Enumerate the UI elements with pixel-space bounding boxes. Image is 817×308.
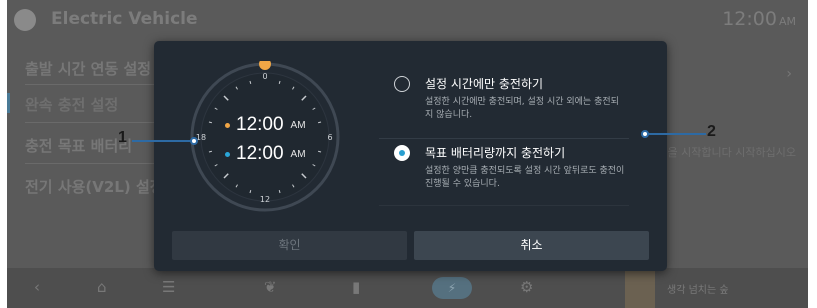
cancel-button[interactable]: 취소 [414,231,649,260]
home-icon[interactable]: ⌂ [97,278,107,296]
end-time-ampm: AM [290,148,306,160]
dial-start-handle[interactable] [259,61,271,70]
menu-item-charge-target[interactable]: 충전 목표 배터리 [25,135,132,156]
option-title: 목표 배터리량까지 충전하기 [425,146,566,160]
callout-line-2 [648,133,706,135]
menu-divider [25,84,165,85]
back-icon[interactable]: ‹ [34,278,40,296]
callout-dot-1 [190,137,198,145]
end-time-dot [225,151,230,157]
menu-icon[interactable]: ☰ [162,278,175,296]
clock-time: 12:00 [722,8,777,30]
menu-item-slow-charge[interactable]: 완속 충전 설정 [25,94,118,115]
start-time-row[interactable]: 12:00 AM [225,114,306,136]
menu-divider [25,163,165,164]
media-title: 생각 넘치는 숲 [667,285,729,296]
schedule-dial[interactable]: 0 6 12 18 [189,61,341,213]
start-time-ampm: AM [290,119,306,131]
app-title: Electric Vehicle [51,9,198,29]
clock: 12:00 AM [722,8,796,30]
start-time-dot [225,122,230,128]
dial-face [200,72,330,202]
energy-icon[interactable]: ▮ [352,278,360,296]
settings-icon[interactable]: ⚙ [520,278,533,296]
callout-number-1: 1 [118,129,127,146]
option-divider [379,138,629,139]
right-hint-text: 충전을 시작합니다 시작하십시오 [647,146,796,159]
bottom-nav-bar: ‹ ⌂ ☰ ❦ ▮ ⚡ ⚙ 생각 넘치는 숲 [7,268,808,308]
confirm-button[interactable]: 확인 [172,231,407,260]
menu-item-departure-time[interactable]: 출발 시간 연동 설정 [25,58,151,79]
dial-label-top: 0 [262,72,267,81]
dial-label-right: 6 [327,133,332,142]
media-thumbnail [625,268,655,308]
dial-label-bottom: 12 [260,195,270,204]
option-description: 설정한 시간에만 충전되며, 설정 시간 외에는 충전되지 않습니다. [425,97,619,120]
app-icon [14,9,36,31]
menu-divider [25,122,165,123]
leaf-icon[interactable]: ❦ [264,278,277,296]
clock-ampm: AM [778,15,796,28]
callout-line-1 [132,140,194,142]
charge-schedule-popup: 0 6 12 18 12:00 AM 12:00 AM 설정 시간에만 충전하기… [154,41,667,271]
callout-number-2: 2 [707,123,716,140]
app-header: Electric Vehicle 12:00 AM [7,0,808,40]
option-title: 설정 시간에만 충전하기 [425,77,544,91]
option-divider [379,205,629,206]
radio-unchecked-icon[interactable] [394,76,410,92]
end-time-value: 12:00 [236,143,284,164]
start-time-value: 12:00 [236,114,284,135]
active-menu-indicator [7,93,10,113]
menu-item-v2l[interactable]: 전기 사용(V2L) 설정 [25,176,164,197]
option-description: 설정한 양만큼 충전되도록 설정 시간 앞뒤로도 충전이 진행될 수 있습니다. [425,166,625,189]
chevron-right-icon: › [786,66,792,82]
charging-icon[interactable]: ⚡ [432,277,472,299]
end-time-row[interactable]: 12:00 AM [225,143,306,165]
radio-checked-icon[interactable] [394,145,410,161]
